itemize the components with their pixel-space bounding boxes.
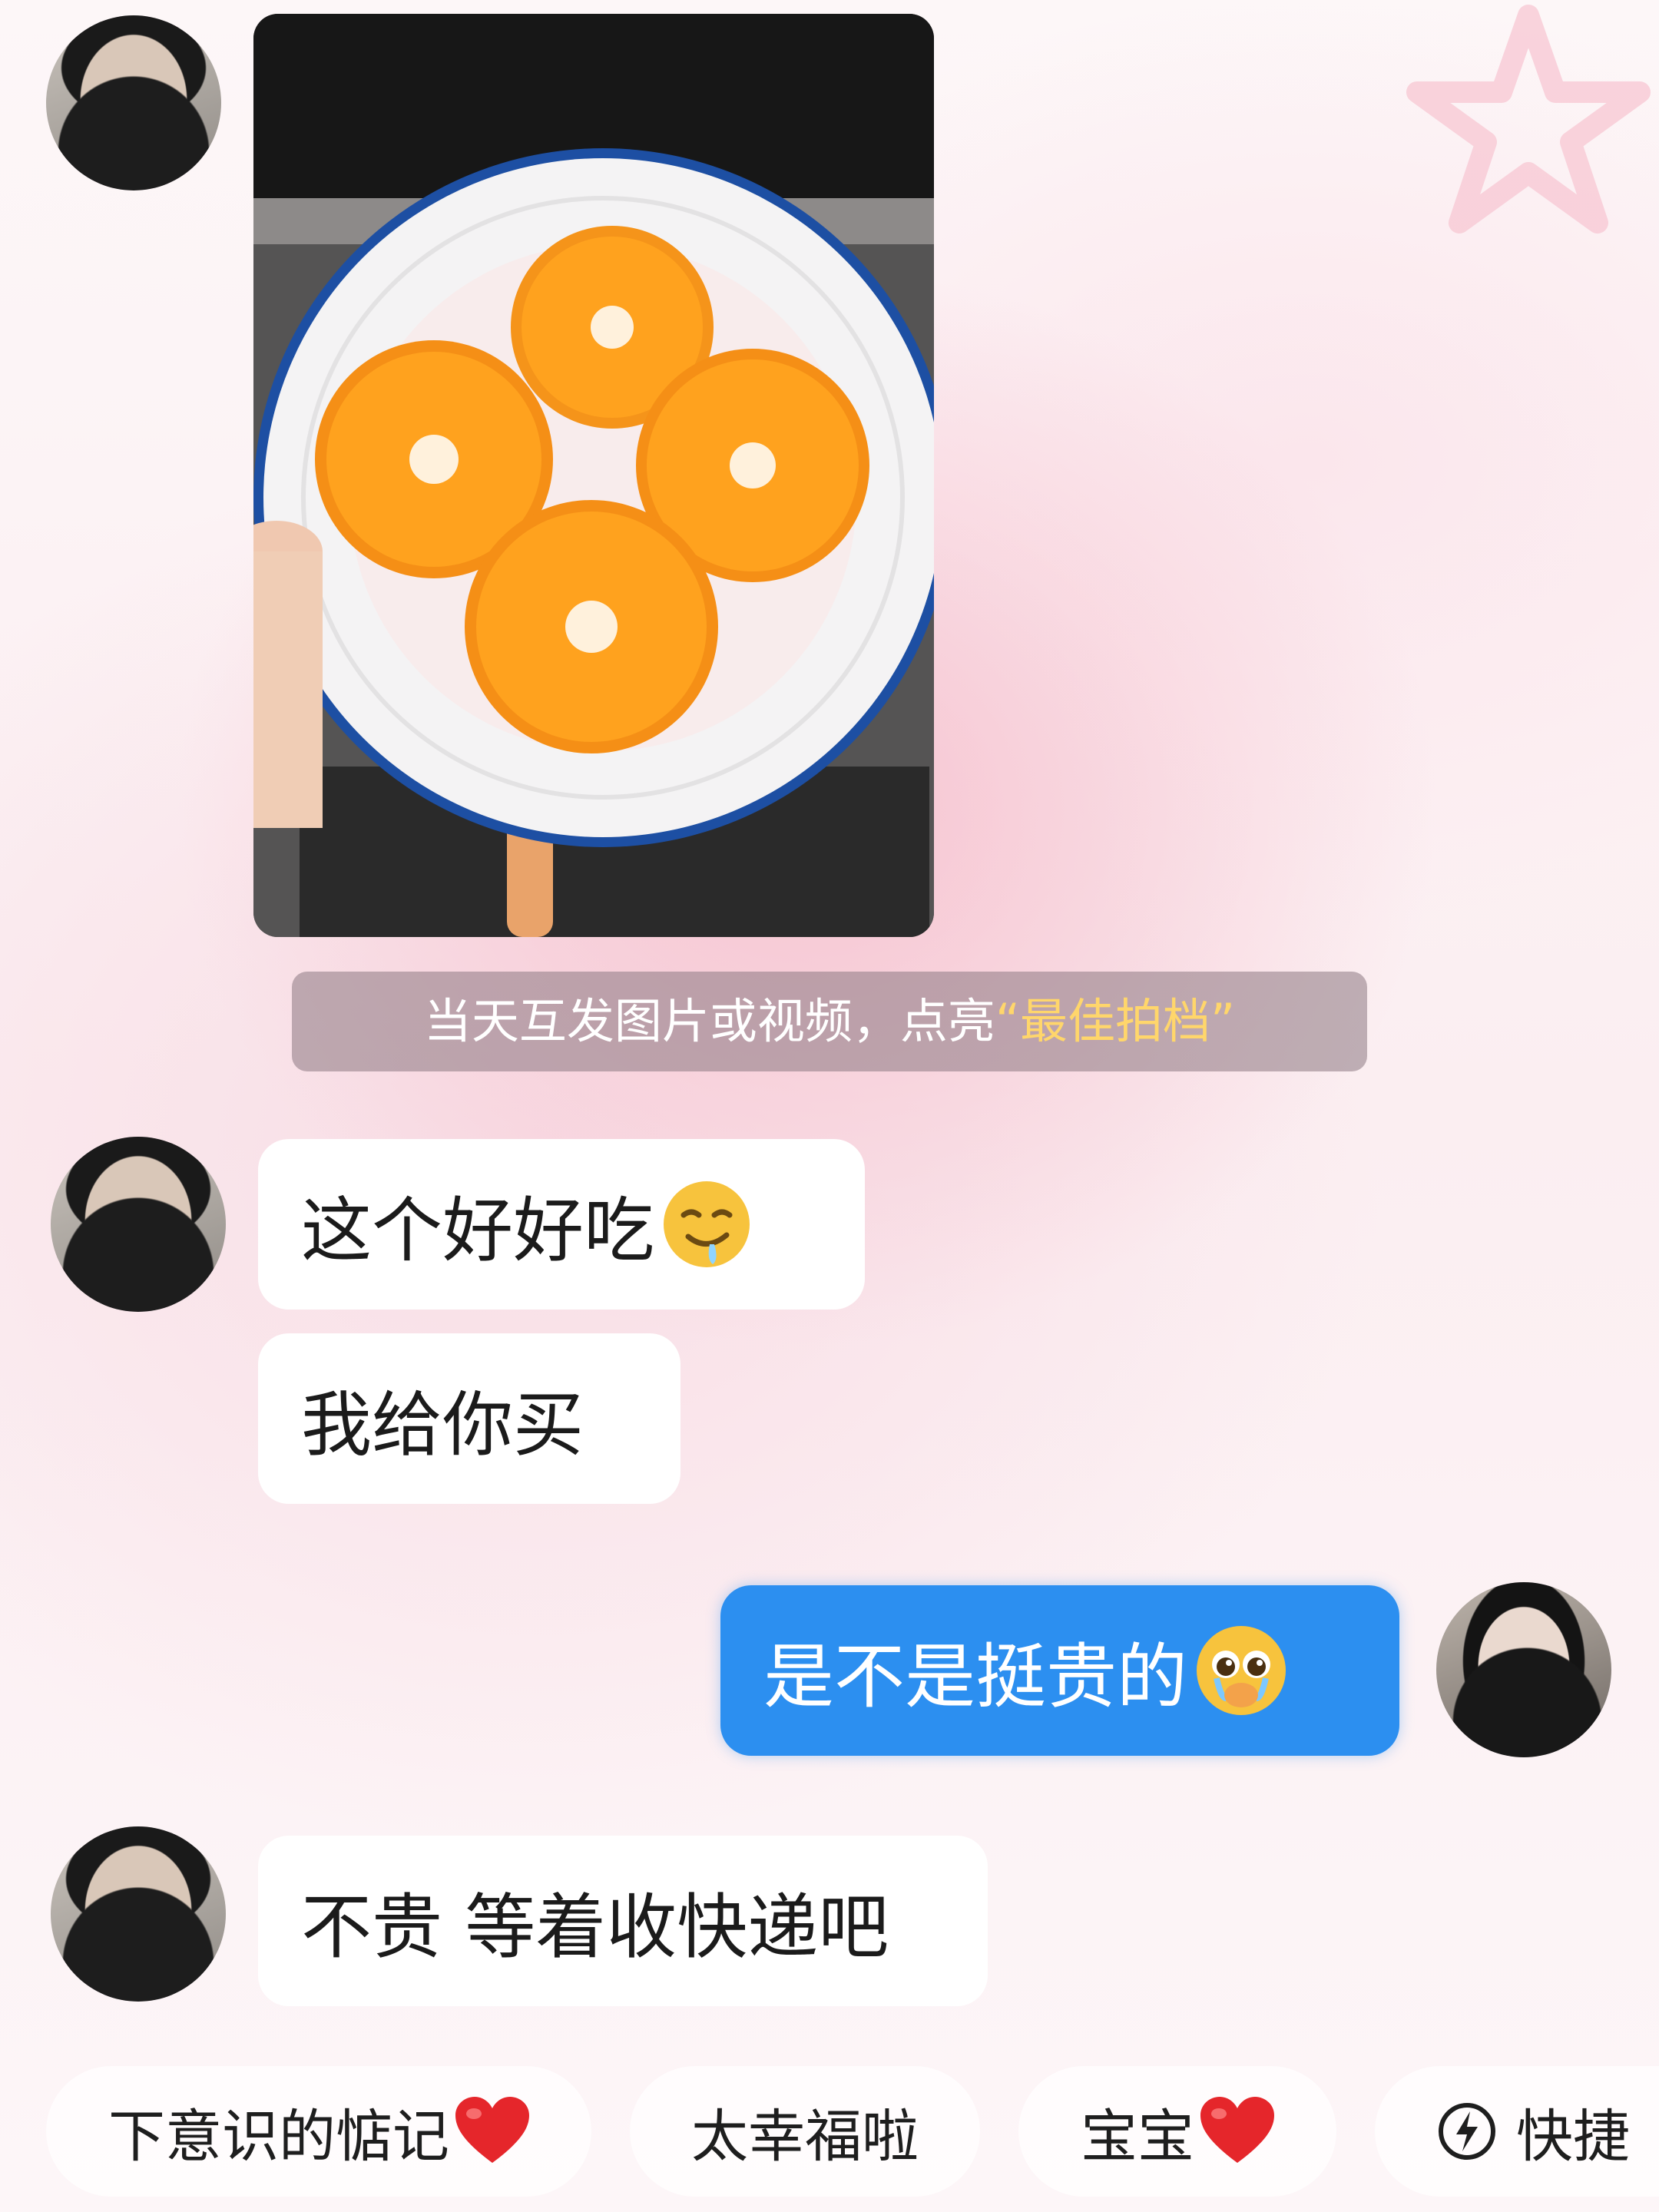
my-avatar[interactable] <box>1436 1582 1611 1757</box>
incoming-message[interactable]: 不贵 等着收快递吧 <box>258 1836 988 2006</box>
photo-message[interactable] <box>253 14 934 937</box>
chip-label: 下意识的惦记 <box>108 2103 449 2170</box>
quick-reply-chip[interactable]: 宝宝 <box>1018 2066 1336 2197</box>
tip-text: 当天互发图片或视频，点亮 <box>423 993 995 1049</box>
quick-reply-chip[interactable]: 太幸福啦 <box>630 2066 980 2197</box>
message-text: 不贵 等着收快递吧 <box>301 1886 889 1969</box>
quick-reply-bar: 下意识的惦记 太幸福啦 宝宝 快捷 <box>0 2066 1659 2197</box>
tip-highlight: 最佳拍档 <box>1020 993 1211 1049</box>
heart-icon <box>455 2097 529 2163</box>
quick-reply-chip[interactable]: 下意识的惦记 <box>46 2066 591 2197</box>
pleading-face-icon <box>1197 1626 1286 1715</box>
lightning-icon <box>1439 2103 1495 2160</box>
chip-label: 宝宝 <box>1081 2103 1194 2170</box>
tip-close-quote: ” <box>1210 993 1236 1049</box>
chip-label: 太幸福啦 <box>691 2103 919 2170</box>
message-text: 是不是挺贵的 <box>763 1635 1188 1718</box>
quick-reply-chip[interactable]: 快捷 <box>1375 2066 1659 2197</box>
incoming-message[interactable]: 我给你买 <box>258 1333 680 1504</box>
oranges-photo <box>253 14 934 937</box>
drooling-face-icon <box>664 1181 750 1267</box>
contact-avatar[interactable] <box>46 15 221 190</box>
tip-open-quote: “ <box>995 993 1020 1049</box>
heart-icon <box>1200 2097 1274 2163</box>
contact-avatar[interactable] <box>51 1826 226 2002</box>
message-text: 这个好好吃 <box>301 1189 655 1272</box>
message-text: 我给你买 <box>301 1383 584 1466</box>
chip-label: 快捷 <box>1516 2103 1630 2170</box>
contact-avatar[interactable] <box>51 1137 226 1312</box>
star-decoration <box>1406 5 1651 233</box>
incoming-message[interactable]: 这个好好吃 <box>258 1139 865 1310</box>
outgoing-message[interactable]: 是不是挺贵的 <box>720 1585 1399 1756</box>
best-partner-tip: 当天互发图片或视频，点亮“最佳拍档” <box>292 972 1367 1071</box>
